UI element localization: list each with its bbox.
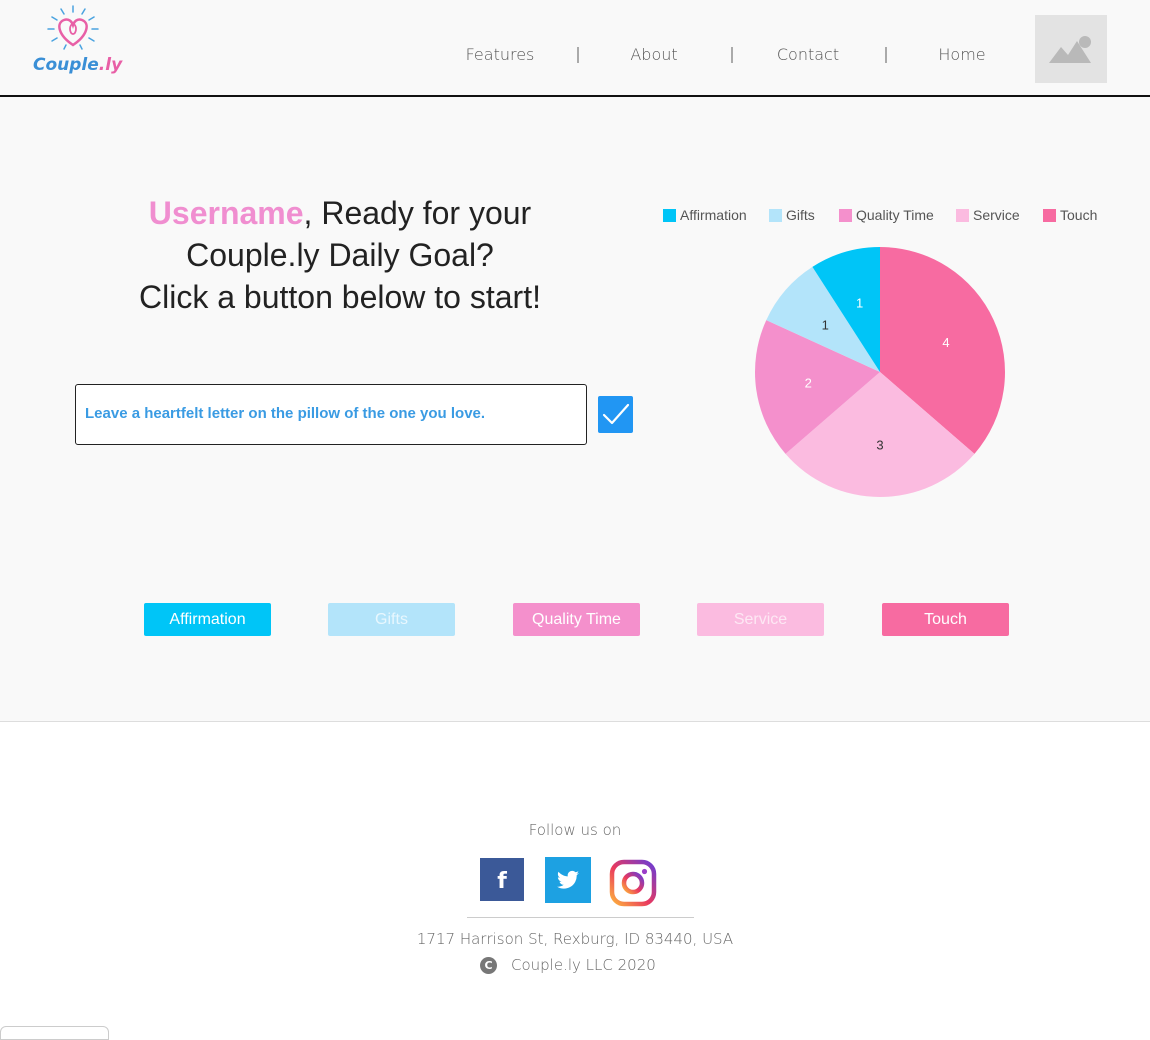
instagram-link[interactable] [609,859,657,907]
pie-value-label: 1 [822,318,829,333]
nav-separator [577,47,579,63]
daily-goal-box: Leave a heartfelt letter on the pillow o… [75,384,587,445]
instagram-icon [609,859,657,907]
legend-label: Affirmation [680,207,747,223]
nav-separator [731,47,733,63]
headline-line-3: Click a button below to start! [139,279,541,315]
twitter-link[interactable] [545,857,591,903]
legend-item[interactable]: Gifts [769,207,815,223]
facebook-icon: f [497,869,507,894]
legend-swatch [956,208,969,222]
love-language-pie-chart: 4 3 2 1 1 [755,247,1005,497]
legend-label: Touch [1060,207,1098,223]
headline-line-1: Username, Ready for your [75,192,605,234]
complete-goal-button[interactable] [598,396,633,433]
pie-value-label: 4 [942,335,949,350]
profile-image-placeholder[interactable] [1035,15,1107,83]
nav-about[interactable]: About [594,45,714,64]
logo-wordmark: Couple.ly [33,55,122,75]
copyright-icon: C [480,956,497,974]
nav-contact[interactable]: Contact [748,45,868,64]
legend-swatch [839,208,852,222]
checkmark-icon [602,403,630,425]
pie-value-label: 3 [876,438,883,453]
bottom-corner-widget[interactable] [0,1026,109,1040]
legend-item[interactable]: Quality Time [839,207,934,223]
logo-text-couple: Couple [33,55,99,75]
headline-line1-rest: , Ready for your [303,195,532,231]
copyright-text: Couple.ly LLC 2020 [511,956,656,974]
footer-copyright: C Couple.ly LLC 2020 [480,956,656,974]
page-headline: Username, Ready for your Couple.ly Daily… [75,192,605,318]
site-header: Couple.ly Features About Contact Home [0,0,1150,97]
logo-text-ly: .ly [98,55,123,75]
follow-us-label: Follow us on [528,821,622,839]
touch-button[interactable]: Touch [882,603,1009,636]
gifts-button[interactable]: Gifts [328,603,455,636]
footer-address: 1717 Harrison St, Rexburg, ID 83440, USA [416,930,734,948]
heart-logo-icon [47,5,99,50]
legend-item[interactable]: Service [956,207,1020,223]
legend-swatch [769,208,782,222]
goal-section: Username, Ready for your Couple.ly Daily… [0,97,1150,722]
footer-divider [467,917,694,918]
legend-item[interactable]: Touch [1043,207,1097,223]
logo[interactable]: Couple.ly [28,5,122,85]
legend-swatch [1043,208,1056,222]
username: Username [148,195,304,231]
legend-label: Service [973,207,1020,223]
legend-label: Gifts [786,207,815,223]
quality-time-button[interactable]: Quality Time [513,603,640,636]
nav-features[interactable]: Features [440,45,560,64]
nav-home[interactable]: Home [902,45,1022,64]
legend-item[interactable]: Affirmation [663,207,747,223]
pie-value-label: 2 [805,375,812,390]
facebook-link[interactable]: f [480,858,524,901]
legend-swatch [663,208,676,222]
nav-separator [885,47,887,63]
daily-goal-text: Leave a heartfelt letter on the pillow o… [85,405,486,422]
affirmation-button[interactable]: Affirmation [144,603,271,636]
headline-line-2: Couple.ly Daily Goal? [186,237,494,273]
twitter-icon [557,870,579,889]
svg-text:f: f [497,869,507,894]
pie-value-label: 1 [856,295,863,310]
image-placeholder-icon [1049,36,1091,63]
legend-label: Quality Time [856,207,934,223]
service-button[interactable]: Service [697,603,824,636]
